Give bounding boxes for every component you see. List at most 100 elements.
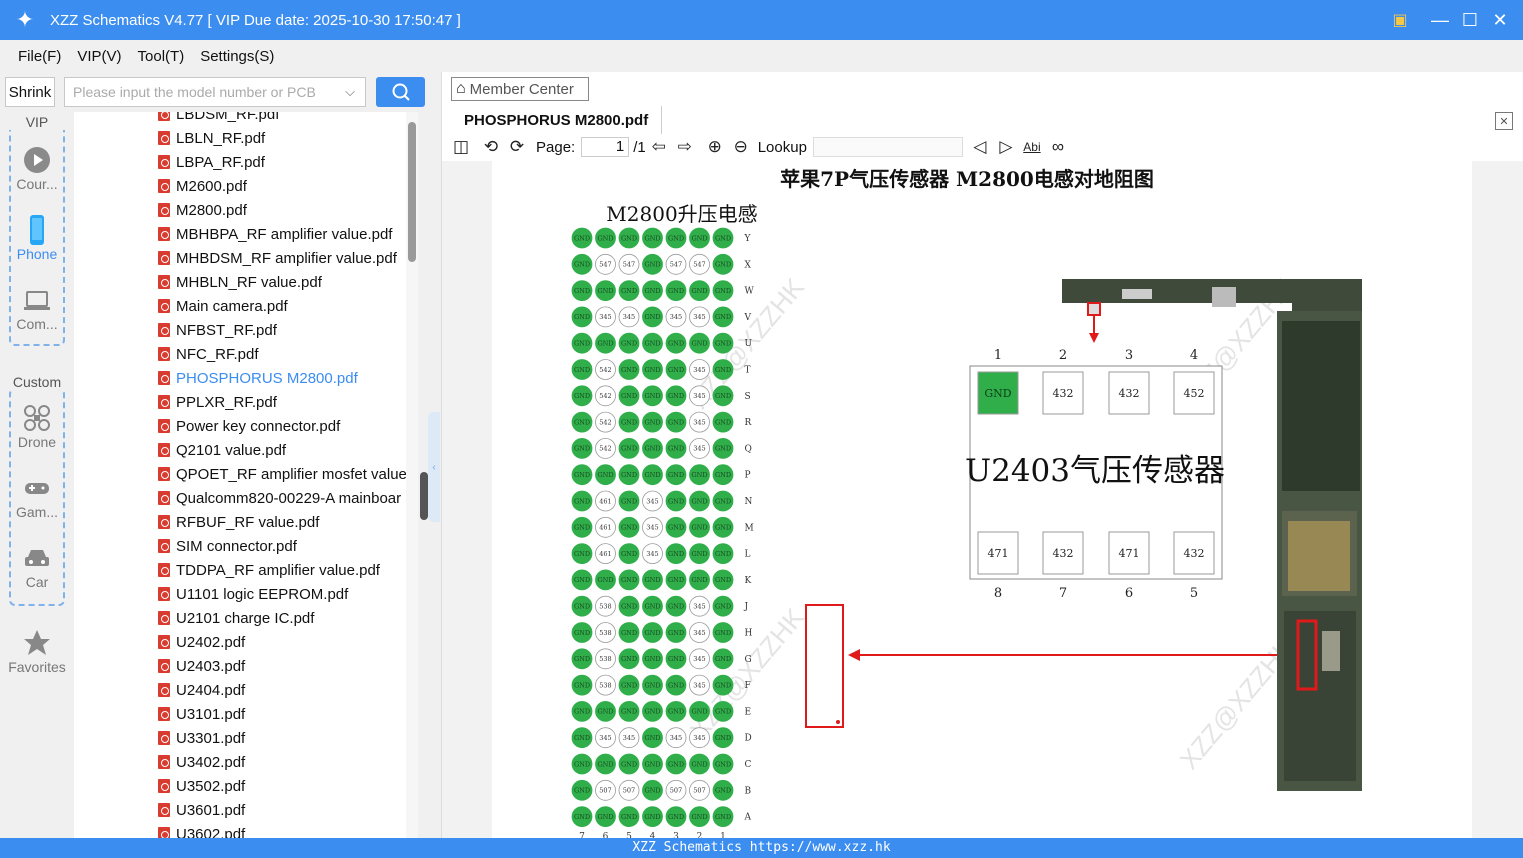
search-button[interactable] (376, 77, 425, 107)
file-list-item[interactable]: TDDPA_RF amplifier value.pdf (158, 558, 380, 582)
pdf-file-icon (158, 155, 170, 169)
file-list-item[interactable]: SIM connector.pdf (158, 534, 297, 558)
pane-splitter[interactable]: ‹ (418, 112, 440, 838)
file-list-item[interactable]: MBHBPA_RF amplifier value.pdf (158, 222, 392, 246)
file-list-item[interactable]: QPOET_RF amplifier mosfet value.p (158, 462, 419, 486)
collapse-tab-icon[interactable]: ‹ (428, 412, 440, 522)
file-list-item[interactable]: Qualcomm820-00229-A mainboar (158, 486, 401, 510)
grid-pad-value: GND (715, 655, 731, 663)
file-list-item[interactable]: U2403.pdf (158, 654, 245, 678)
file-list-item[interactable]: Power key connector.pdf (158, 414, 340, 438)
nav-car[interactable]: Car (0, 542, 74, 604)
file-list-item[interactable]: NFC_RF.pdf (158, 342, 259, 366)
vip-badge-icon[interactable]: ▣ (1385, 0, 1415, 40)
close-tabs-icon[interactable]: ✕ (1495, 112, 1513, 130)
file-list-item[interactable]: U3301.pdf (158, 726, 245, 750)
rotate-left-icon[interactable]: ⟲ (478, 134, 504, 160)
file-list-item[interactable]: NFBST_RF.pdf (158, 318, 277, 342)
file-name: U3301.pdf (176, 729, 246, 747)
document-page[interactable]: XZZ@XZZHK XZZ@XZZHK XZZ@XZZHK XZZ@XZZHK … (492, 161, 1472, 838)
grid-pad-value: GND (621, 760, 637, 768)
gamepad-icon (25, 483, 49, 494)
grid-pad-value: GND (644, 366, 660, 374)
maximize-button[interactable]: ☐ (1455, 0, 1485, 40)
grid-pad-value: GND (715, 576, 731, 584)
minimize-button[interactable]: — (1425, 0, 1455, 40)
nav-phone[interactable]: Phone (0, 214, 74, 276)
file-list-item[interactable]: PPLXR_RF.pdf (158, 390, 277, 414)
grid-row-label: K (745, 576, 752, 586)
file-list-scroll-thumb[interactable] (408, 122, 416, 262)
file-list-item[interactable]: MHBLN_RF value.pdf (158, 270, 322, 294)
grid-pad-value: 507 (670, 787, 682, 795)
file-name: NFBST_RF.pdf (176, 321, 277, 339)
shrink-button[interactable]: Shrink (5, 77, 55, 107)
tab-document[interactable]: PHOSPHORUS M2800.pdf (452, 106, 662, 134)
car-icon (25, 550, 49, 566)
grid-pad-value: GND (621, 445, 637, 453)
grid-pad-value: GND (668, 655, 684, 663)
zoom-out-icon[interactable]: ⊖ (728, 134, 754, 160)
grid-pad-value: GND (668, 550, 684, 558)
laptop-icon (24, 291, 50, 310)
menu-vip[interactable]: VIP(V) (69, 48, 129, 65)
document-viewer[interactable]: XZZ@XZZHK XZZ@XZZHK XZZ@XZZHK XZZ@XZZHK … (442, 161, 1523, 838)
file-list-item[interactable]: U3601.pdf (158, 798, 245, 822)
splitter-handle[interactable] (420, 472, 428, 520)
file-list-item[interactable]: U3602.pdf (158, 822, 245, 838)
nav-computer[interactable]: Com... (0, 284, 74, 346)
nav-courses[interactable]: Cour... (0, 144, 74, 206)
file-list-item[interactable]: LBLN_RF.pdf (158, 126, 265, 150)
grid-pad-value: GND (691, 524, 707, 532)
file-list-item[interactable]: Q2101 value.pdf (158, 438, 286, 462)
find-next-icon[interactable]: ▷ (993, 134, 1019, 160)
next-page-icon[interactable]: ⇨ (672, 134, 698, 160)
file-list-item[interactable]: LBDSM_RF.pdf (158, 112, 279, 126)
pdf-file-icon (158, 203, 170, 217)
grid-pad-value: 345 (599, 734, 611, 742)
menu-tool[interactable]: Tool(T) (130, 48, 193, 65)
grid-pad-value: 461 (599, 497, 611, 505)
file-list-item[interactable]: MHBDSM_RF amplifier value.pdf (158, 246, 397, 270)
close-button[interactable]: ✕ (1485, 0, 1515, 40)
lookup-input[interactable] (812, 137, 963, 157)
file-list-item[interactable]: Main camera.pdf (158, 294, 288, 318)
file-list-item[interactable]: U3402.pdf (158, 750, 245, 774)
grid-pad-value: GND (644, 418, 660, 426)
menu-settings[interactable]: Settings(S) (192, 48, 282, 65)
file-list-item[interactable]: RFBUF_RF value.pdf (158, 510, 319, 534)
file-list-item[interactable]: U2101 charge IC.pdf (158, 606, 314, 630)
file-list-item[interactable]: U3101.pdf (158, 702, 245, 726)
file-list-item[interactable]: U2404.pdf (158, 678, 245, 702)
file-list-item[interactable]: U1101 logic EEPROM.pdf (158, 582, 348, 606)
zoom-in-icon[interactable]: ⊕ (702, 134, 728, 160)
pdf-file-icon (158, 731, 170, 745)
grid-pad-value: GND (715, 760, 731, 768)
file-list-item[interactable]: PHOSPHORUS M2800.pdf (158, 366, 358, 390)
search-input[interactable]: Please input the model number or PCB ⌵ (64, 77, 366, 107)
nav-favorites[interactable]: Favorites (0, 627, 74, 689)
file-list-item[interactable]: U2402.pdf (158, 630, 245, 654)
grid-pad-value: GND (691, 813, 707, 821)
nav-game[interactable]: Gam... (0, 472, 74, 534)
file-list-item[interactable]: U3502.pdf (158, 774, 245, 798)
grid-pad-value: GND (691, 550, 707, 558)
page-number-input[interactable]: 1 (581, 137, 630, 157)
menu-file[interactable]: File(F) (10, 48, 69, 65)
sidebar-toggle-icon[interactable]: ◫ (448, 134, 474, 160)
prev-page-icon[interactable]: ⇦ (646, 134, 672, 160)
member-center-button[interactable]: ⌂ Member Center (451, 77, 589, 101)
find-prev-icon[interactable]: ◁ (967, 134, 993, 160)
grid-pad-value: 345 (693, 392, 705, 400)
rotate-right-icon[interactable]: ⟳ (504, 134, 530, 160)
file-list-item[interactable]: LBPA_RF.pdf (158, 150, 265, 174)
nav-drone[interactable]: Drone (0, 402, 74, 464)
file-list-item[interactable]: M2600.pdf (158, 174, 247, 198)
match-case-icon[interactable]: Abi (1019, 134, 1045, 160)
grid-pad-value: GND (644, 340, 660, 348)
grid-pad-value: GND (668, 681, 684, 689)
grid-pad-value: GND (574, 471, 590, 479)
file-list-item[interactable]: M2800.pdf (158, 198, 247, 222)
chevron-down-icon[interactable]: ⌵ (345, 84, 355, 100)
binoculars-icon[interactable]: ∞ (1045, 134, 1071, 160)
